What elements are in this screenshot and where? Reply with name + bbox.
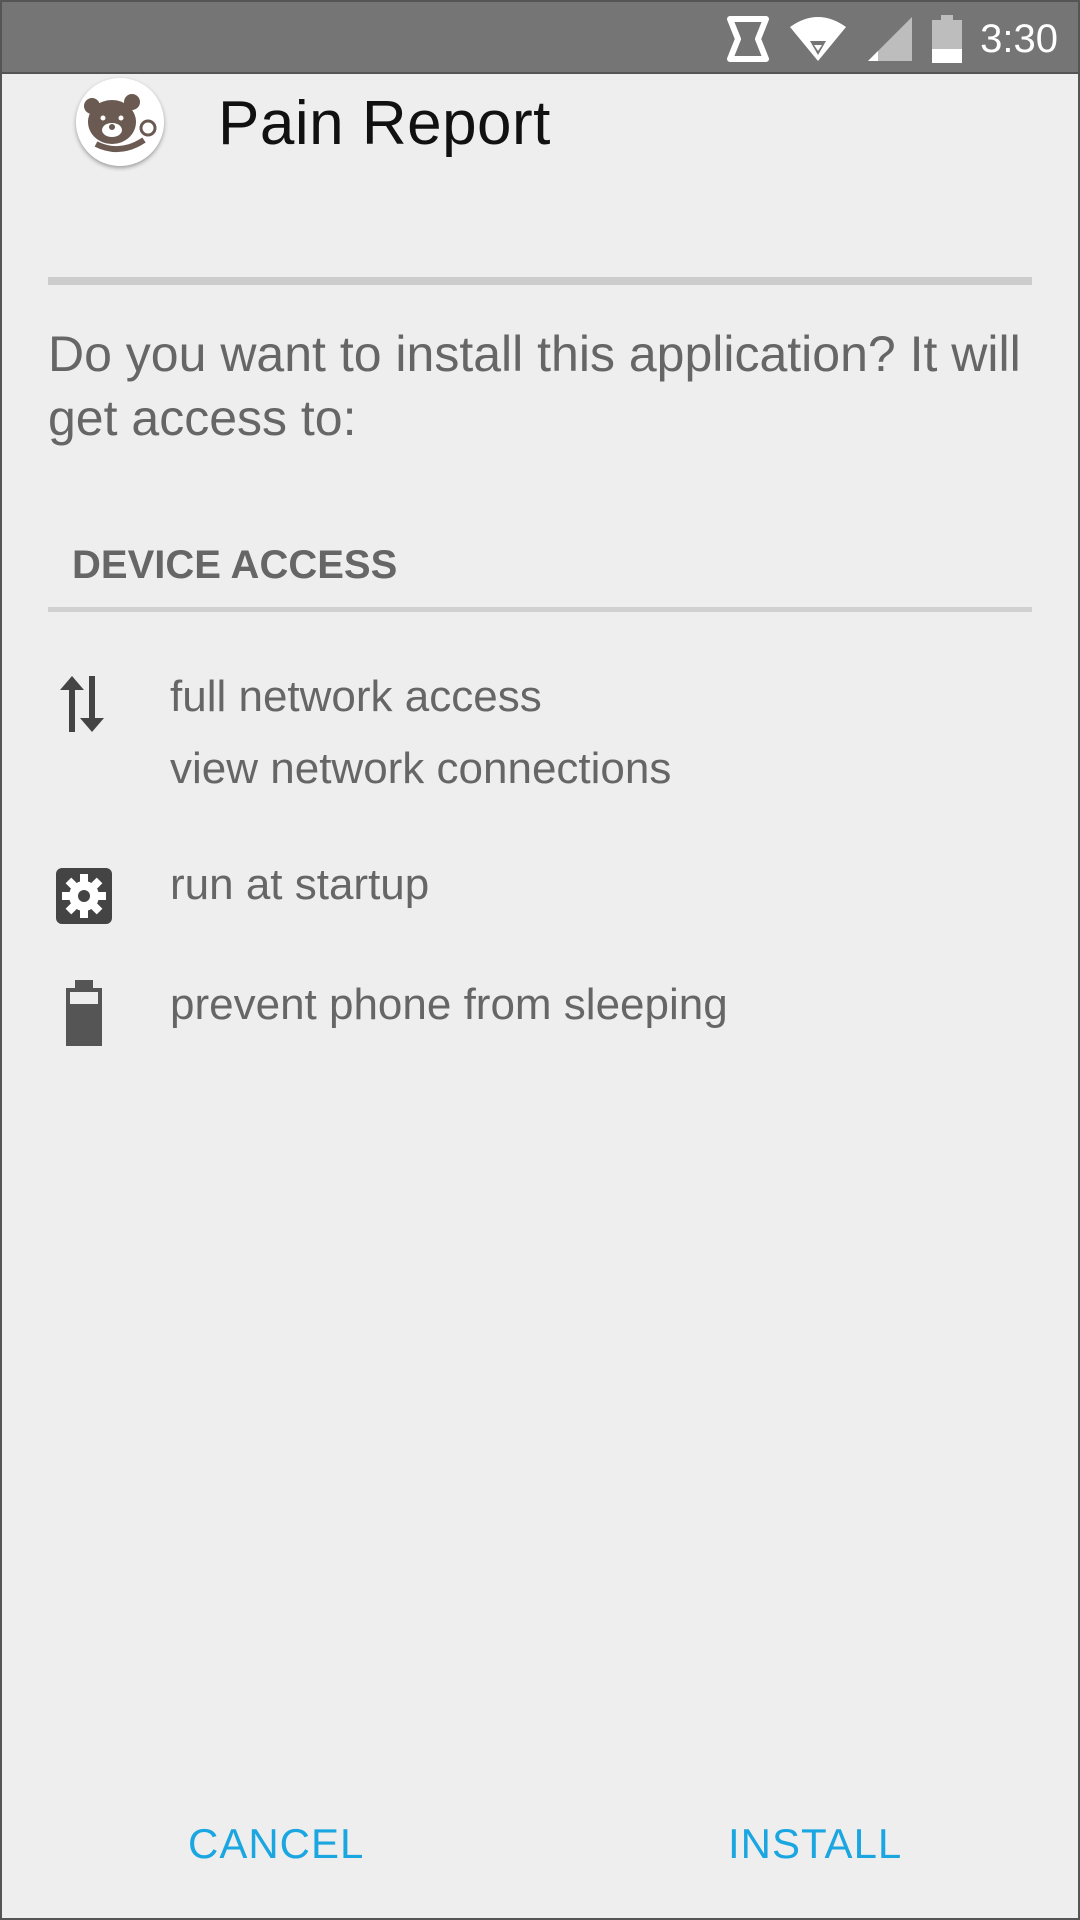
permission-text: view network connections — [170, 744, 672, 793]
cell-signal-icon — [866, 15, 914, 63]
app-title: Pain Report — [218, 89, 551, 158]
data-saver-icon — [726, 15, 770, 63]
install-question: Do you want to install this application?… — [48, 326, 1021, 446]
status-bar: 3:30 — [0, 0, 1080, 74]
battery-icon — [62, 980, 106, 1051]
title-divider — [48, 277, 1032, 285]
app-logo — [76, 78, 164, 166]
battery-icon — [932, 15, 963, 63]
permission-text: full network access — [170, 672, 542, 721]
section-title-device-access: DEVICE ACCESS — [72, 543, 398, 587]
section-divider — [48, 607, 1032, 612]
status-time: 3:30 — [980, 16, 1058, 61]
status-icons: 3:30 — [726, 2, 1058, 76]
permission-text: run at startup — [170, 860, 430, 909]
gear-icon — [52, 864, 116, 933]
cancel-button[interactable]: CANCEL — [188, 1820, 364, 1868]
permission-text: prevent phone from sleeping — [170, 980, 728, 1029]
network-arrows-icon — [52, 672, 116, 741]
install-button[interactable]: INSTALL — [728, 1820, 902, 1868]
wifi-icon — [788, 15, 848, 63]
